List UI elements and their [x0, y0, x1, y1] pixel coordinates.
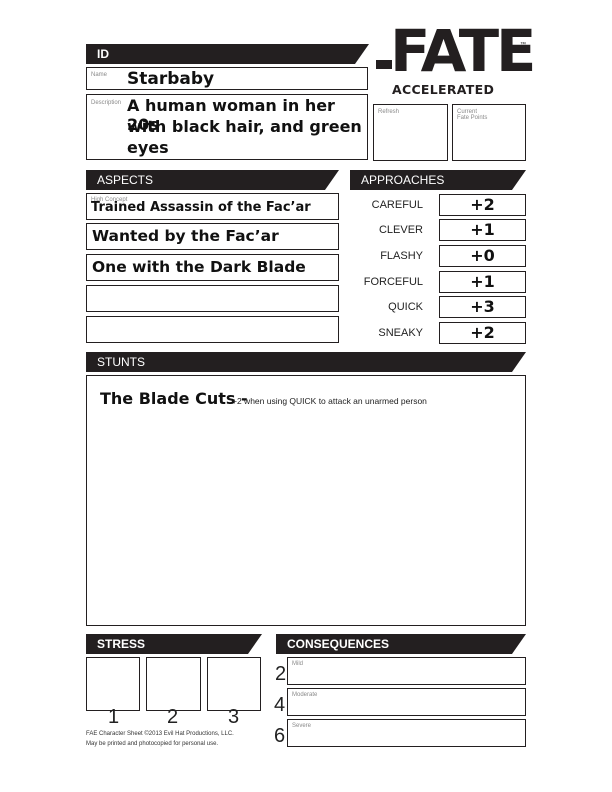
approach-label-flashy: FLASHY: [380, 250, 423, 262]
stress-number-2: 2: [167, 706, 179, 728]
consequence-number-mild: 2: [275, 663, 287, 685]
description-field[interactable]: Description A human woman in her 20s wit…: [86, 94, 368, 160]
consequence-label-moderate: Moderate: [292, 692, 318, 698]
approach-label-clever: CLEVER: [378, 224, 423, 236]
consequence-number-moderate: 4: [274, 694, 286, 716]
fate-accelerated-logo: FATE ™ ACCELERATED: [376, 19, 536, 100]
aspect-field-high-concept[interactable]: High Concept Trained Assassin of the Fac…: [86, 193, 339, 220]
approach-value-careful[interactable]: +2: [439, 194, 526, 216]
consequence-field-mild[interactable]: Mild: [287, 657, 526, 685]
approach-value-forceful[interactable]: +1: [439, 271, 526, 293]
description-line-3: eyes: [127, 138, 169, 157]
approach-value-quick[interactable]: +3: [439, 296, 526, 318]
consequence-label-mild: Mild: [292, 661, 304, 667]
aspect-text: One with the Dark Blade: [92, 258, 306, 276]
approach-label-quick: QUICK: [388, 301, 423, 313]
aspect-field[interactable]: [86, 316, 339, 343]
stress-number-1: 1: [108, 706, 120, 728]
logo-main: FATE: [390, 17, 536, 85]
approaches-header: APPROACHES: [350, 170, 526, 190]
stunt-description: +2 when using QUICK to attack an unarmed…: [232, 396, 427, 406]
logo-sub: ACCELERATED: [392, 82, 495, 97]
consequence-field-moderate[interactable]: Moderate: [287, 688, 526, 716]
consequence-label-severe: Severe: [292, 723, 312, 729]
consequence-number-severe: 6: [274, 725, 286, 747]
aspect-field[interactable]: [86, 285, 339, 312]
consequence-field-severe[interactable]: Severe: [287, 719, 526, 747]
approach-label-forceful: FORCEFUL: [363, 276, 423, 288]
consequences-header: CONSEQUENCES: [276, 634, 526, 654]
stress-number-3: 3: [228, 706, 240, 728]
fate-points-label-2: Fate Points: [457, 115, 488, 121]
fate-points-field[interactable]: Current Fate Points: [452, 104, 526, 161]
refresh-label: Refresh: [378, 109, 400, 115]
approach-value-sneaky[interactable]: +2: [439, 322, 526, 344]
aspect-field[interactable]: Wanted by the Fac’ar: [86, 223, 339, 250]
name-field[interactable]: Name Starbaby: [86, 67, 368, 90]
id-header: ID: [86, 44, 369, 64]
footer-copyright: FAE Character Sheet ©2013 Evil Hat Produ…: [86, 731, 234, 737]
aspects-header: ASPECTS: [86, 170, 339, 190]
stress-box-1[interactable]: [86, 657, 140, 711]
logo-trademark: ™: [520, 42, 526, 48]
stunt-name: The Blade Cuts -: [100, 389, 248, 408]
aspect-text: Wanted by the Fac’ar: [92, 227, 279, 245]
description-label: Description: [91, 100, 122, 106]
stress-box-3[interactable]: [207, 657, 261, 711]
character-name: Starbaby: [127, 69, 215, 89]
approach-label-careful: CAREFUL: [371, 199, 423, 211]
footer-permission: May be printed and photocopied for perso…: [86, 741, 219, 747]
approach-value-clever[interactable]: +1: [439, 219, 526, 241]
approach-label-sneaky: SNEAKY: [378, 327, 423, 339]
aspect-field[interactable]: One with the Dark Blade: [86, 254, 339, 281]
aspect-text: Trained Assassin of the Fac’ar: [91, 200, 311, 215]
name-label: Name: [91, 72, 108, 78]
stress-header: STRESS: [86, 634, 262, 654]
stunts-header: STUNTS: [86, 352, 526, 372]
stress-box-2[interactable]: [146, 657, 201, 711]
stunts-field[interactable]: The Blade Cuts - +2 when using QUICK to …: [86, 375, 526, 626]
approach-value-flashy[interactable]: +0: [439, 245, 526, 267]
description-line-2: with black hair, and green: [127, 117, 362, 136]
refresh-field[interactable]: Refresh: [373, 104, 448, 161]
